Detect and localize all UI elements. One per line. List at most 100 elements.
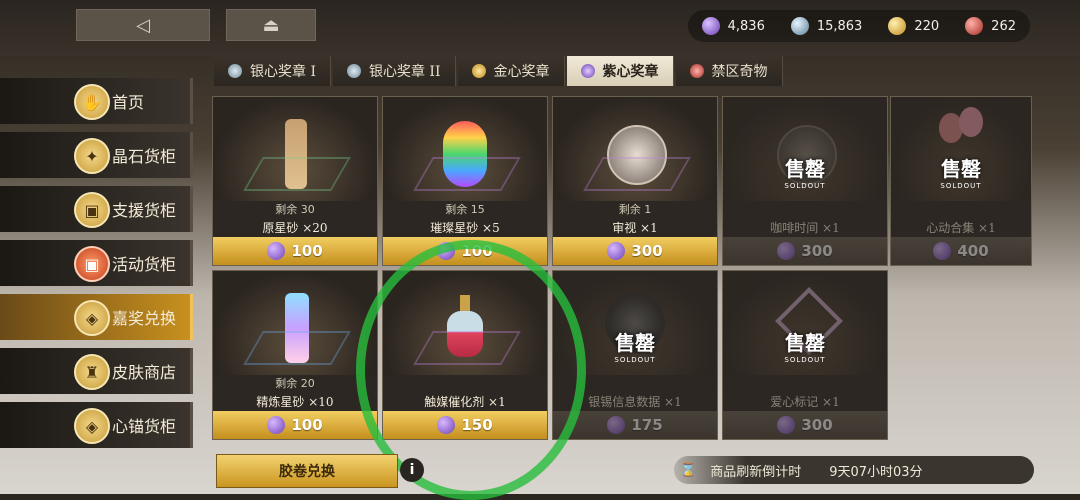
back-triangle-icon: ◁	[136, 14, 150, 36]
sidebar-item-label: 支援货柜	[112, 201, 177, 220]
info-icon[interactable]: i	[400, 458, 424, 482]
purple-gem-icon	[933, 242, 952, 260]
tab-label: 禁区奇物	[711, 64, 768, 80]
heart-anchor-icon: ◈	[74, 408, 110, 444]
tab-purple[interactable]: 紫心奖章	[566, 56, 674, 86]
tab-gold[interactable]: 金心奖章	[457, 56, 565, 86]
sidebar-item-home[interactable]: ✋ 首页	[0, 78, 193, 124]
back-button[interactable]: ◁	[76, 9, 210, 41]
soldout-sublabel: SOLDOUT	[784, 356, 826, 364]
tab-forbidden[interactable]: 禁区奇物	[675, 56, 783, 86]
remaining-count: 剩余 30	[275, 203, 315, 216]
crate-icon: ▣	[74, 192, 110, 228]
tab-silver-1[interactable]: 银心奖章 I	[214, 56, 331, 86]
silver-badge-icon	[346, 64, 361, 78]
sidebar-item-label: 首页	[112, 93, 145, 112]
sidebar-item-support[interactable]: ▣ 支援货柜	[0, 186, 193, 232]
gold-gem-icon	[888, 17, 907, 35]
red-badge-icon	[689, 64, 704, 78]
currency-value: 4,836	[727, 18, 765, 34]
sidebar-item-reward[interactable]: ◈ 嘉奖兑换	[0, 294, 193, 340]
price-value: 300	[801, 242, 833, 260]
tab-label: 紫心奖章	[602, 64, 659, 80]
silver-badge-icon	[228, 64, 242, 78]
price-button[interactable]: 300	[723, 237, 887, 265]
soldout-stamp: 售罄 SOLDOUT	[891, 153, 1031, 190]
film-exchange-label: 胶卷兑换	[279, 464, 335, 480]
film-exchange-button[interactable]: 胶卷兑换	[216, 454, 398, 488]
refresh-label: 商品刷新倒计时	[710, 464, 802, 480]
price-button[interactable]: 400	[891, 237, 1031, 265]
item-name: 审视 ×1	[612, 221, 658, 235]
soldout-label: 售罄	[941, 157, 981, 181]
crystal-bottle-image	[213, 271, 377, 375]
tab-silver-2[interactable]: 银心奖章 II	[332, 56, 456, 86]
currency-silver[interactable]: 15,863	[790, 17, 862, 35]
sidebar-item-event[interactable]: ▣ 活动货柜	[0, 240, 193, 286]
sidebar-item-skin[interactable]: ♜ 皮肤商店	[0, 348, 193, 394]
sidebar-item-label: 皮肤商店	[112, 363, 177, 382]
sand-bottle-image	[213, 97, 377, 201]
home-button[interactable]: ⏏	[226, 9, 316, 41]
currency-bar: 4,836 15,863 220 262	[687, 10, 1030, 42]
eject-icon: ⏏	[262, 14, 280, 36]
price-button[interactable]: 300	[723, 411, 887, 439]
item-name: 精炼星砂 ×10	[256, 395, 334, 409]
sidebar-item-crystal[interactable]: ✦ 晶石货柜	[0, 132, 193, 178]
gold-badge-icon	[471, 64, 486, 78]
purple-gem-icon	[267, 242, 286, 260]
item-name: 原星砂 ×20	[262, 221, 328, 235]
soldout-sublabel: SOLDOUT	[940, 182, 982, 190]
item-card[interactable]: 剩余 1 审视 ×1 300	[552, 96, 718, 266]
currency-value: 262	[991, 18, 1016, 34]
soldout-stamp: 售罄 SOLDOUT	[723, 327, 887, 364]
item-card-soldout[interactable]: 心动合集 ×1 400 售罄 SOLDOUT	[890, 96, 1032, 266]
remaining-count: 剩余 15	[445, 203, 485, 216]
price-value: 300	[801, 416, 833, 434]
item-card[interactable]: 剩余 30 原星砂 ×20 100	[212, 96, 378, 266]
sidebar-item-label: 活动货柜	[112, 255, 177, 274]
portrait-image	[553, 97, 717, 201]
currency-value: 220	[914, 18, 940, 34]
tab-label: 金心奖章	[493, 64, 550, 80]
item-name: 咖啡时间 ×1	[770, 221, 840, 235]
purple-gem-icon	[777, 242, 796, 260]
price-button[interactable]: 100	[213, 237, 377, 265]
silver-gem-icon	[790, 17, 809, 35]
item-card-soldout[interactable]: 咖啡时间 ×1 300 售罄 SOLDOUT	[722, 96, 888, 266]
purple-gem-icon	[607, 242, 626, 260]
outfit-icon: ♜	[74, 354, 110, 390]
purple-gem-icon	[267, 416, 286, 434]
purple-gem-icon	[777, 416, 796, 434]
refresh-countdown: ⌛ 商品刷新倒计时 9天07小时03分	[674, 456, 1034, 484]
soldout-label: 售罄	[785, 157, 825, 181]
info-glyph: i	[409, 462, 415, 478]
sidebar-item-label: 嘉奖兑换	[112, 309, 177, 328]
price-button[interactable]: 300	[553, 237, 717, 265]
rainbow-bottle-image	[383, 97, 547, 201]
item-card-soldout[interactable]: 爱心标记 ×1 300 售罄 SOLDOUT	[722, 270, 888, 440]
sidebar-item-label: 晶石货柜	[112, 147, 177, 166]
red-gem-icon	[965, 17, 984, 35]
currency-red[interactable]: 262	[965, 17, 1016, 35]
purple-gem-icon	[701, 17, 720, 35]
currency-gold[interactable]: 220	[888, 17, 939, 35]
price-value: 100	[291, 416, 323, 434]
hand-icon: ✋	[74, 84, 110, 120]
crystal-icon: ✦	[74, 138, 110, 174]
hourglass-icon: ⌛	[680, 462, 697, 478]
sidebar-item-heart-anchor[interactable]: ◈ 心锚货柜	[0, 402, 193, 448]
currency-purple[interactable]: 4,836	[701, 17, 765, 35]
remaining-count: 剩余 1	[618, 203, 652, 216]
price-value: 100	[291, 242, 323, 260]
sidebar-item-label: 心锚货柜	[112, 417, 177, 436]
tab-label: 银心奖章 I	[250, 64, 316, 80]
price-button[interactable]: 100	[213, 411, 377, 439]
item-name: 璀璨星砂 ×5	[430, 221, 500, 235]
medal-tabs: 银心奖章 I 银心奖章 II 金心奖章 紫心奖章 禁区奇物	[214, 56, 783, 86]
top-bar: ◁ ⏏ 4,836 15,863 220 262	[0, 0, 1080, 56]
item-name: 心动合集 ×1	[926, 221, 996, 235]
item-card[interactable]: 剩余 20 精炼星砂 ×10 100	[212, 270, 378, 440]
diamond-badge-icon: ◈	[74, 300, 110, 336]
soldout-label: 售罄	[785, 331, 825, 355]
